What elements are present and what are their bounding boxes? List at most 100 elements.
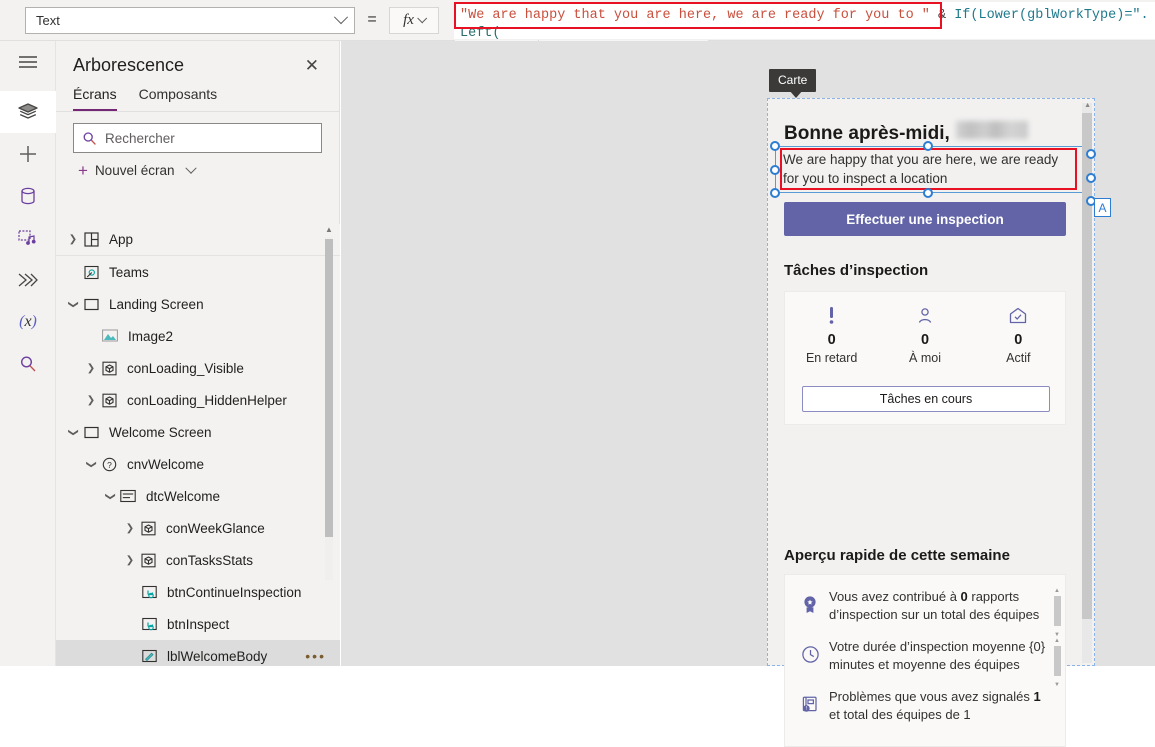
- stat-caption: Actif: [1006, 351, 1031, 365]
- tree-item-label: lblWelcomeBody: [167, 648, 268, 664]
- perform-inspection-button[interactable]: Effectuer une inspection: [784, 202, 1066, 236]
- chevron-down-icon[interactable]: ❯: [105, 488, 116, 504]
- glance-suffix: et total des équipes de 1: [829, 707, 971, 722]
- tree-scrollbar[interactable]: ▲: [323, 225, 335, 580]
- tab-ecrans[interactable]: Écrans: [73, 86, 117, 111]
- card-scrollbar-thumb[interactable]: [1082, 113, 1092, 619]
- tree-item-contasksstats[interactable]: ❯ conTasksStats: [56, 544, 340, 576]
- stat-actif[interactable]: 0 Actif: [972, 305, 1065, 365]
- tree-item-label: btnContinueInspection: [167, 584, 302, 600]
- hamburger-menu-icon[interactable]: [0, 41, 56, 83]
- glance-item-scrollbar[interactable]: ▲ ▼: [1054, 588, 1061, 638]
- accessibility-marker[interactable]: A: [1094, 198, 1111, 217]
- container-icon: [138, 553, 158, 568]
- stat-a-moi[interactable]: 0 À moi: [878, 305, 971, 365]
- formula-operator: &: [929, 8, 955, 23]
- tree-panel-tabs: Écrans Composants: [56, 80, 339, 112]
- tasks-stats-panel: 0 En retard 0 À moi 0 Actif Tâches en co…: [784, 291, 1066, 425]
- selection-tooltip: Carte: [769, 69, 817, 92]
- chevron-right-icon[interactable]: ❯: [65, 234, 81, 245]
- tree-item-list[interactable]: ❯ App Teams ❯ Landing Screen Image2 ❯ co…: [56, 224, 340, 666]
- tree-item-label: conWeekGlance: [166, 520, 265, 536]
- tab-composants[interactable]: Composants: [139, 86, 218, 111]
- left-icon-rail: (x): [0, 41, 56, 666]
- scroll-up-icon[interactable]: ▲: [1054, 638, 1060, 644]
- search-input[interactable]: Rechercher: [73, 123, 322, 153]
- tree-item-overflow-button[interactable]: •••: [305, 648, 340, 664]
- sidebar-item-tree-view[interactable]: [0, 91, 56, 133]
- glance-item-duration: Votre durée d’inspection moyenne {0} min…: [785, 634, 1065, 688]
- tree-item-conloading-hiddenhelper[interactable]: ❯ conLoading_HiddenHelper: [56, 384, 340, 416]
- label-icon: [139, 649, 159, 664]
- selection-tooltip-arrow: [789, 90, 803, 98]
- sidebar-item-variables[interactable]: (x): [0, 301, 56, 343]
- tree-item-btncontinueinspection[interactable]: btnContinueInspection: [56, 576, 340, 608]
- chevron-right-icon[interactable]: ❯: [83, 363, 99, 374]
- tree-item-label: conLoading_Visible: [127, 360, 244, 376]
- tree-item-landing-screen[interactable]: ❯ Landing Screen: [56, 288, 340, 320]
- rail-gap: [0, 83, 55, 91]
- chevron-down-icon[interactable]: ❯: [68, 424, 79, 440]
- glance-section-title: Aperçu rapide de cette semaine: [784, 547, 1010, 564]
- greeting-username-redacted: [955, 121, 1028, 139]
- resize-handle-top-left[interactable]: [770, 141, 780, 151]
- scrollbar-thumb[interactable]: [1054, 596, 1061, 626]
- chevron-down-icon[interactable]: ❯: [68, 296, 79, 312]
- selection-outline: [775, 146, 1083, 193]
- tree-item-teams[interactable]: Teams: [56, 256, 340, 288]
- chevron-down-icon: [417, 12, 428, 23]
- resize-handle-middle-left[interactable]: [770, 165, 780, 175]
- tree-item-conweekglance[interactable]: ❯ conWeekGlance: [56, 512, 340, 544]
- glance-prefix: Vous avez contribué à: [829, 589, 961, 604]
- card-container[interactable]: Bonne après-midi, We are happy that you …: [767, 98, 1095, 747]
- new-screen-button[interactable]: + Nouvel écran: [56, 153, 339, 189]
- fx-button[interactable]: fx: [389, 6, 439, 34]
- close-icon[interactable]: ✕: [301, 55, 323, 76]
- tree-item-btninspect[interactable]: btnInspect: [56, 608, 340, 640]
- tree-item-image2[interactable]: Image2: [56, 320, 340, 352]
- chevron-right-icon[interactable]: ❯: [122, 523, 138, 534]
- scrollbar-thumb[interactable]: [1054, 646, 1061, 676]
- resize-handle-top-right[interactable]: [1086, 149, 1096, 159]
- tree-item-lblwelcomebody[interactable]: lblWelcomeBody •••: [56, 640, 340, 666]
- chevron-right-icon[interactable]: ❯: [122, 555, 138, 566]
- sidebar-item-media[interactable]: [0, 217, 56, 259]
- chevron-down-icon[interactable]: ❯: [86, 456, 97, 472]
- stat-en-retard[interactable]: 0 En retard: [785, 305, 878, 365]
- sidebar-item-power-automate[interactable]: [0, 259, 56, 301]
- exclamation-icon: [785, 305, 878, 327]
- sidebar-item-insert[interactable]: [0, 133, 56, 175]
- glance-item-scrollbar[interactable]: ▲ ▼: [1054, 638, 1061, 688]
- scroll-up-icon[interactable]: ▲: [324, 225, 334, 234]
- datacard-icon: [118, 489, 138, 503]
- tree-item-label: conLoading_HiddenHelper: [127, 392, 287, 408]
- tree-item-label: Image2: [128, 328, 174, 344]
- tree-item-dtcwelcome[interactable]: ❯ dtcWelcome: [56, 480, 340, 512]
- screen-icon: [81, 425, 101, 440]
- tree-item-label: App: [109, 232, 134, 247]
- resize-handle-top-center[interactable]: [923, 141, 933, 151]
- tree-item-welcome-screen[interactable]: ❯ Welcome Screen: [56, 416, 340, 448]
- sidebar-item-search[interactable]: [0, 343, 56, 385]
- tree-item-conloading-visible[interactable]: ❯ conLoading_Visible: [56, 352, 340, 384]
- tree-item-app[interactable]: ❯ App: [56, 224, 340, 256]
- formula-text-line2: Left(: [460, 26, 501, 39]
- resize-handle-middle-right[interactable]: [1086, 173, 1096, 183]
- glance-bold-value: 0: [960, 589, 968, 604]
- scrollbar-thumb[interactable]: [325, 239, 333, 537]
- teams-screen-icon: [81, 265, 101, 280]
- sidebar-item-data[interactable]: [0, 175, 56, 217]
- scroll-up-icon[interactable]: ▲: [1054, 588, 1060, 594]
- tree-item-cnvwelcome[interactable]: ❯ ? cnvWelcome: [56, 448, 340, 480]
- clock-icon: [797, 638, 823, 664]
- formula-input[interactable]: "We are happy that you are here, we are …: [454, 2, 1155, 39]
- ongoing-tasks-button[interactable]: Tâches en cours: [802, 386, 1050, 412]
- property-dropdown[interactable]: Text: [25, 6, 355, 34]
- tree-item-label: Teams: [109, 264, 149, 280]
- design-canvas[interactable]: Carte Bonne après-midi, We are happy tha…: [341, 41, 1155, 747]
- chevron-right-icon[interactable]: ❯: [83, 395, 99, 406]
- resize-handle-bottom-center[interactable]: [923, 188, 933, 198]
- question-icon: ?: [99, 457, 119, 472]
- resize-handle-bottom-left[interactable]: [770, 188, 780, 198]
- scroll-up-icon[interactable]: ▲: [1084, 102, 1091, 109]
